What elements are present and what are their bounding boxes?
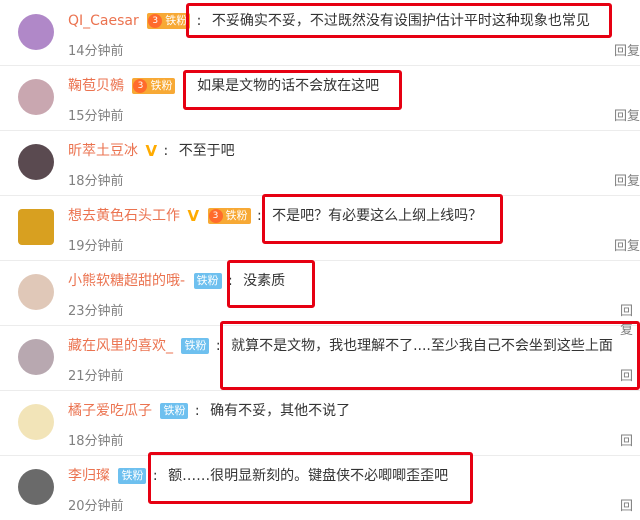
fan-level-icon: 3 — [133, 79, 148, 93]
reply-button[interactable]: 回复 — [614, 40, 640, 59]
reply-button[interactable]: 回复 — [614, 235, 640, 254]
avatar[interactable] — [18, 14, 54, 50]
avatar[interactable] — [18, 469, 54, 505]
timestamp: 18分钟前 — [68, 434, 124, 449]
username-link[interactable]: 藏在风里的喜欢_ — [68, 336, 173, 356]
reply-button[interactable]: 回复 — [614, 170, 640, 189]
highlight-box — [183, 70, 402, 110]
timestamp: 19分钟前 — [68, 239, 124, 254]
fan-badge[interactable]: 铁粉 — [193, 273, 222, 289]
comment-item: 昕萃土豆冰 V : 不至于吧 18分钟前 回复 — [0, 130, 640, 196]
colon: : — [194, 403, 200, 419]
comment-text: 确有不妥，其他不说了 — [210, 403, 351, 419]
reply-button[interactable]: 回 — [620, 495, 633, 514]
avatar[interactable] — [18, 274, 54, 310]
timestamp: 20分钟前 — [68, 499, 124, 514]
username-link[interactable]: 想去黄色石头工作 — [68, 206, 180, 226]
username-link[interactable]: 昕萃土豆冰 — [68, 141, 138, 161]
fan-badge[interactable]: 铁粉 — [160, 403, 189, 419]
fan-badge[interactable]: 铁粉 — [181, 338, 210, 354]
comment-item: 橘子爱吃瓜子 铁粉 : 确有不妥，其他不说了 18分钟前 回 — [0, 390, 640, 456]
highlight-box — [227, 260, 315, 308]
comment-item: 小熊软糖超甜的哦- 铁粉 : 没素质 23分钟前 回复 — [0, 260, 640, 338]
fan-level-icon: 3 — [208, 209, 223, 223]
avatar[interactable] — [18, 144, 54, 180]
fan-badge[interactable]: 铁粉 — [118, 468, 147, 484]
highlight-box — [186, 3, 612, 38]
fan-badge[interactable]: 3 铁粉 — [132, 78, 176, 94]
verified-v-icon: V — [145, 142, 158, 160]
reply-button[interactable]: 回 — [620, 430, 633, 449]
verified-v-icon: V — [187, 207, 200, 225]
colon: : — [256, 208, 262, 224]
comment-text: 不至于吧 — [178, 143, 235, 159]
username-link[interactable]: 鞠苞贝鵺 — [68, 76, 124, 96]
reply-button[interactable]: 回复 — [614, 105, 640, 124]
username-link[interactable]: 小熊软糖超甜的哦- — [68, 271, 185, 291]
colon: : — [163, 143, 169, 159]
timestamp: 21分钟前 — [68, 369, 124, 384]
fan-level-icon: 3 — [148, 14, 163, 28]
fan-badge[interactable]: 3 铁粉 — [147, 13, 191, 29]
highlight-box — [148, 452, 473, 504]
avatar[interactable] — [18, 209, 54, 245]
timestamp: 15分钟前 — [68, 109, 124, 124]
username-link[interactable]: QI_Caesar — [68, 11, 139, 31]
avatar[interactable] — [18, 404, 54, 440]
avatar[interactable] — [18, 339, 54, 375]
username-link[interactable]: 李归璨 — [68, 466, 110, 486]
highlight-box — [262, 194, 503, 244]
avatar[interactable] — [18, 79, 54, 115]
timestamp: 23分钟前 — [68, 304, 124, 319]
timestamp: 14分钟前 — [68, 44, 124, 59]
timestamp: 18分钟前 — [68, 174, 124, 189]
fan-badge[interactable]: 3 铁粉 — [207, 208, 251, 224]
highlight-box — [220, 321, 640, 390]
username-link[interactable]: 橘子爱吃瓜子 — [68, 401, 152, 421]
